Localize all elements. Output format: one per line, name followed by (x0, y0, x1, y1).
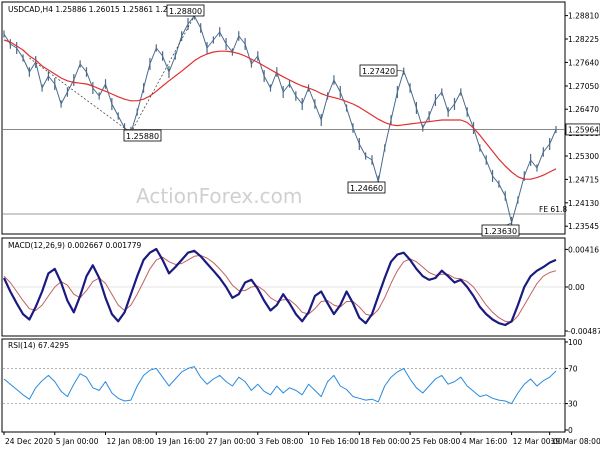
annotation-label: 1.27420 (362, 67, 395, 76)
price-ytick-label: 1.24130 (568, 199, 599, 208)
rsi-ytick-label: 70 (568, 364, 578, 373)
price-ytick-label: 1.28225 (568, 35, 599, 44)
annotation-label: 1.28800 (169, 7, 202, 16)
rsi-panel-frame (1, 338, 566, 433)
price-ytick-label: 1.24715 (568, 175, 599, 184)
price-ytick-label: 1.26470 (568, 105, 599, 114)
macd-ytick-label: 0.00416 (568, 245, 599, 254)
rsi-ytick-label: 30 (568, 400, 578, 409)
price-ytick-label: 1.28810 (568, 12, 599, 21)
rsi-ytick-label: 0 (568, 426, 573, 435)
price-ytick-label: 1.25300 (568, 152, 599, 161)
price-ytick-label: 1.23545 (568, 222, 599, 231)
rsi-title: RSI(14) 67.4295 (8, 341, 69, 350)
x-tick-label: 19 Mar 08:00 (551, 437, 600, 446)
macd-layer: 0.00416 0.00 -0.004871 (3, 245, 600, 336)
rsi-series (3, 366, 557, 405)
current-price-label: 1.25964 (568, 125, 599, 134)
x-tick-label: 12 Jan 08:00 (107, 437, 155, 446)
trend-line-dotted (130, 15, 195, 133)
price-ma-series (3, 39, 557, 180)
rsi-ytick-label: 100 (568, 338, 583, 347)
x-tick-label: 3 Feb 08:00 (259, 437, 304, 446)
x-tick-label: 4 Mar 16:00 (462, 437, 508, 446)
annotation-label: 1.23630 (484, 227, 517, 236)
macd-ytick-label: 0.00 (568, 283, 585, 292)
x-tick-label: 18 Feb 00:00 (360, 437, 409, 446)
price-title: USDCAD,H4 1.25886 1.26015 1.25861 1.2596… (8, 5, 187, 14)
price-level-label: FE 61.8 (539, 205, 567, 214)
x-tick-label: 10 Feb 16:00 (310, 437, 359, 446)
x-tick-label: 25 Feb 08:00 (411, 437, 460, 446)
x-axis: 24 Dec 2020 5 Jan 00:00 12 Jan 08:00 19 Jan… (3, 432, 600, 446)
x-tick-label: 5 Jan 00:00 (56, 437, 99, 446)
price-ytick-label: 1.27050 (568, 82, 599, 91)
x-tick-label: 19 Jan 16:00 (157, 437, 205, 446)
x-tick-label: 27 Jan 00:00 (208, 437, 256, 446)
price-ytick-label: 1.27640 (568, 58, 599, 67)
x-tick-label: 24 Dec 2020 (5, 437, 53, 446)
watermark: ActionForex.com (136, 184, 302, 208)
macd-ytick-label: -0.004871 (568, 327, 600, 336)
macd-signal-series (3, 254, 557, 323)
macd-title: MACD(12,26,9) 0.002667 0.001779 (8, 241, 142, 250)
annotation-label: 1.25880 (126, 132, 159, 141)
rsi-layer: 100 70 30 0 (3, 338, 583, 435)
chart-root: ActionForex.com USDCAD,H4 1.25886 1.2601… (1, 1, 600, 446)
annotation-label: 1.24660 (350, 184, 383, 193)
